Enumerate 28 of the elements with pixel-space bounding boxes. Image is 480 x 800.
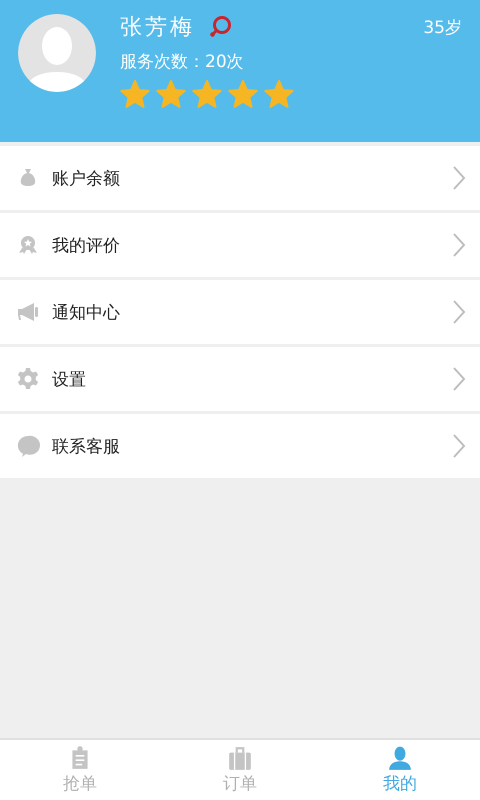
settings-icon (16, 367, 40, 391)
menu-label: 通知中心 (52, 302, 121, 324)
menu-label: 我的评价 (52, 234, 121, 256)
menu-item[interactable]: 联系客服 (0, 414, 480, 478)
menu-label: 账户余额 (52, 168, 121, 190)
service-count: 服务次数：20次 (120, 51, 245, 73)
menu-item[interactable]: 设置 (0, 347, 480, 411)
star-icon (120, 79, 150, 109)
chevron-right-icon (452, 299, 466, 325)
megaphone-icon (16, 300, 40, 324)
chat-bubble-icon (16, 434, 40, 458)
chevron-right-icon (452, 433, 466, 459)
menu-item[interactable]: 我的评价 (0, 213, 480, 277)
star-icon (264, 79, 294, 109)
star-icon (192, 79, 222, 109)
menu-label: 设置 (52, 368, 87, 390)
star-icon (156, 79, 186, 109)
menu-label: 联系客服 (52, 436, 121, 458)
menu-item[interactable]: 通知中心 (0, 280, 480, 344)
chevron-right-icon (452, 366, 466, 392)
chevron-right-icon (452, 232, 466, 258)
chevron-right-icon (452, 165, 466, 191)
menu-item[interactable]: 账户余额 (0, 146, 480, 210)
person-icon (387, 745, 413, 771)
briefcase-icon (227, 745, 253, 771)
star-icon (228, 79, 258, 109)
user-age: 35岁 (423, 16, 462, 38)
user-name: 张芳梅 (120, 14, 195, 42)
